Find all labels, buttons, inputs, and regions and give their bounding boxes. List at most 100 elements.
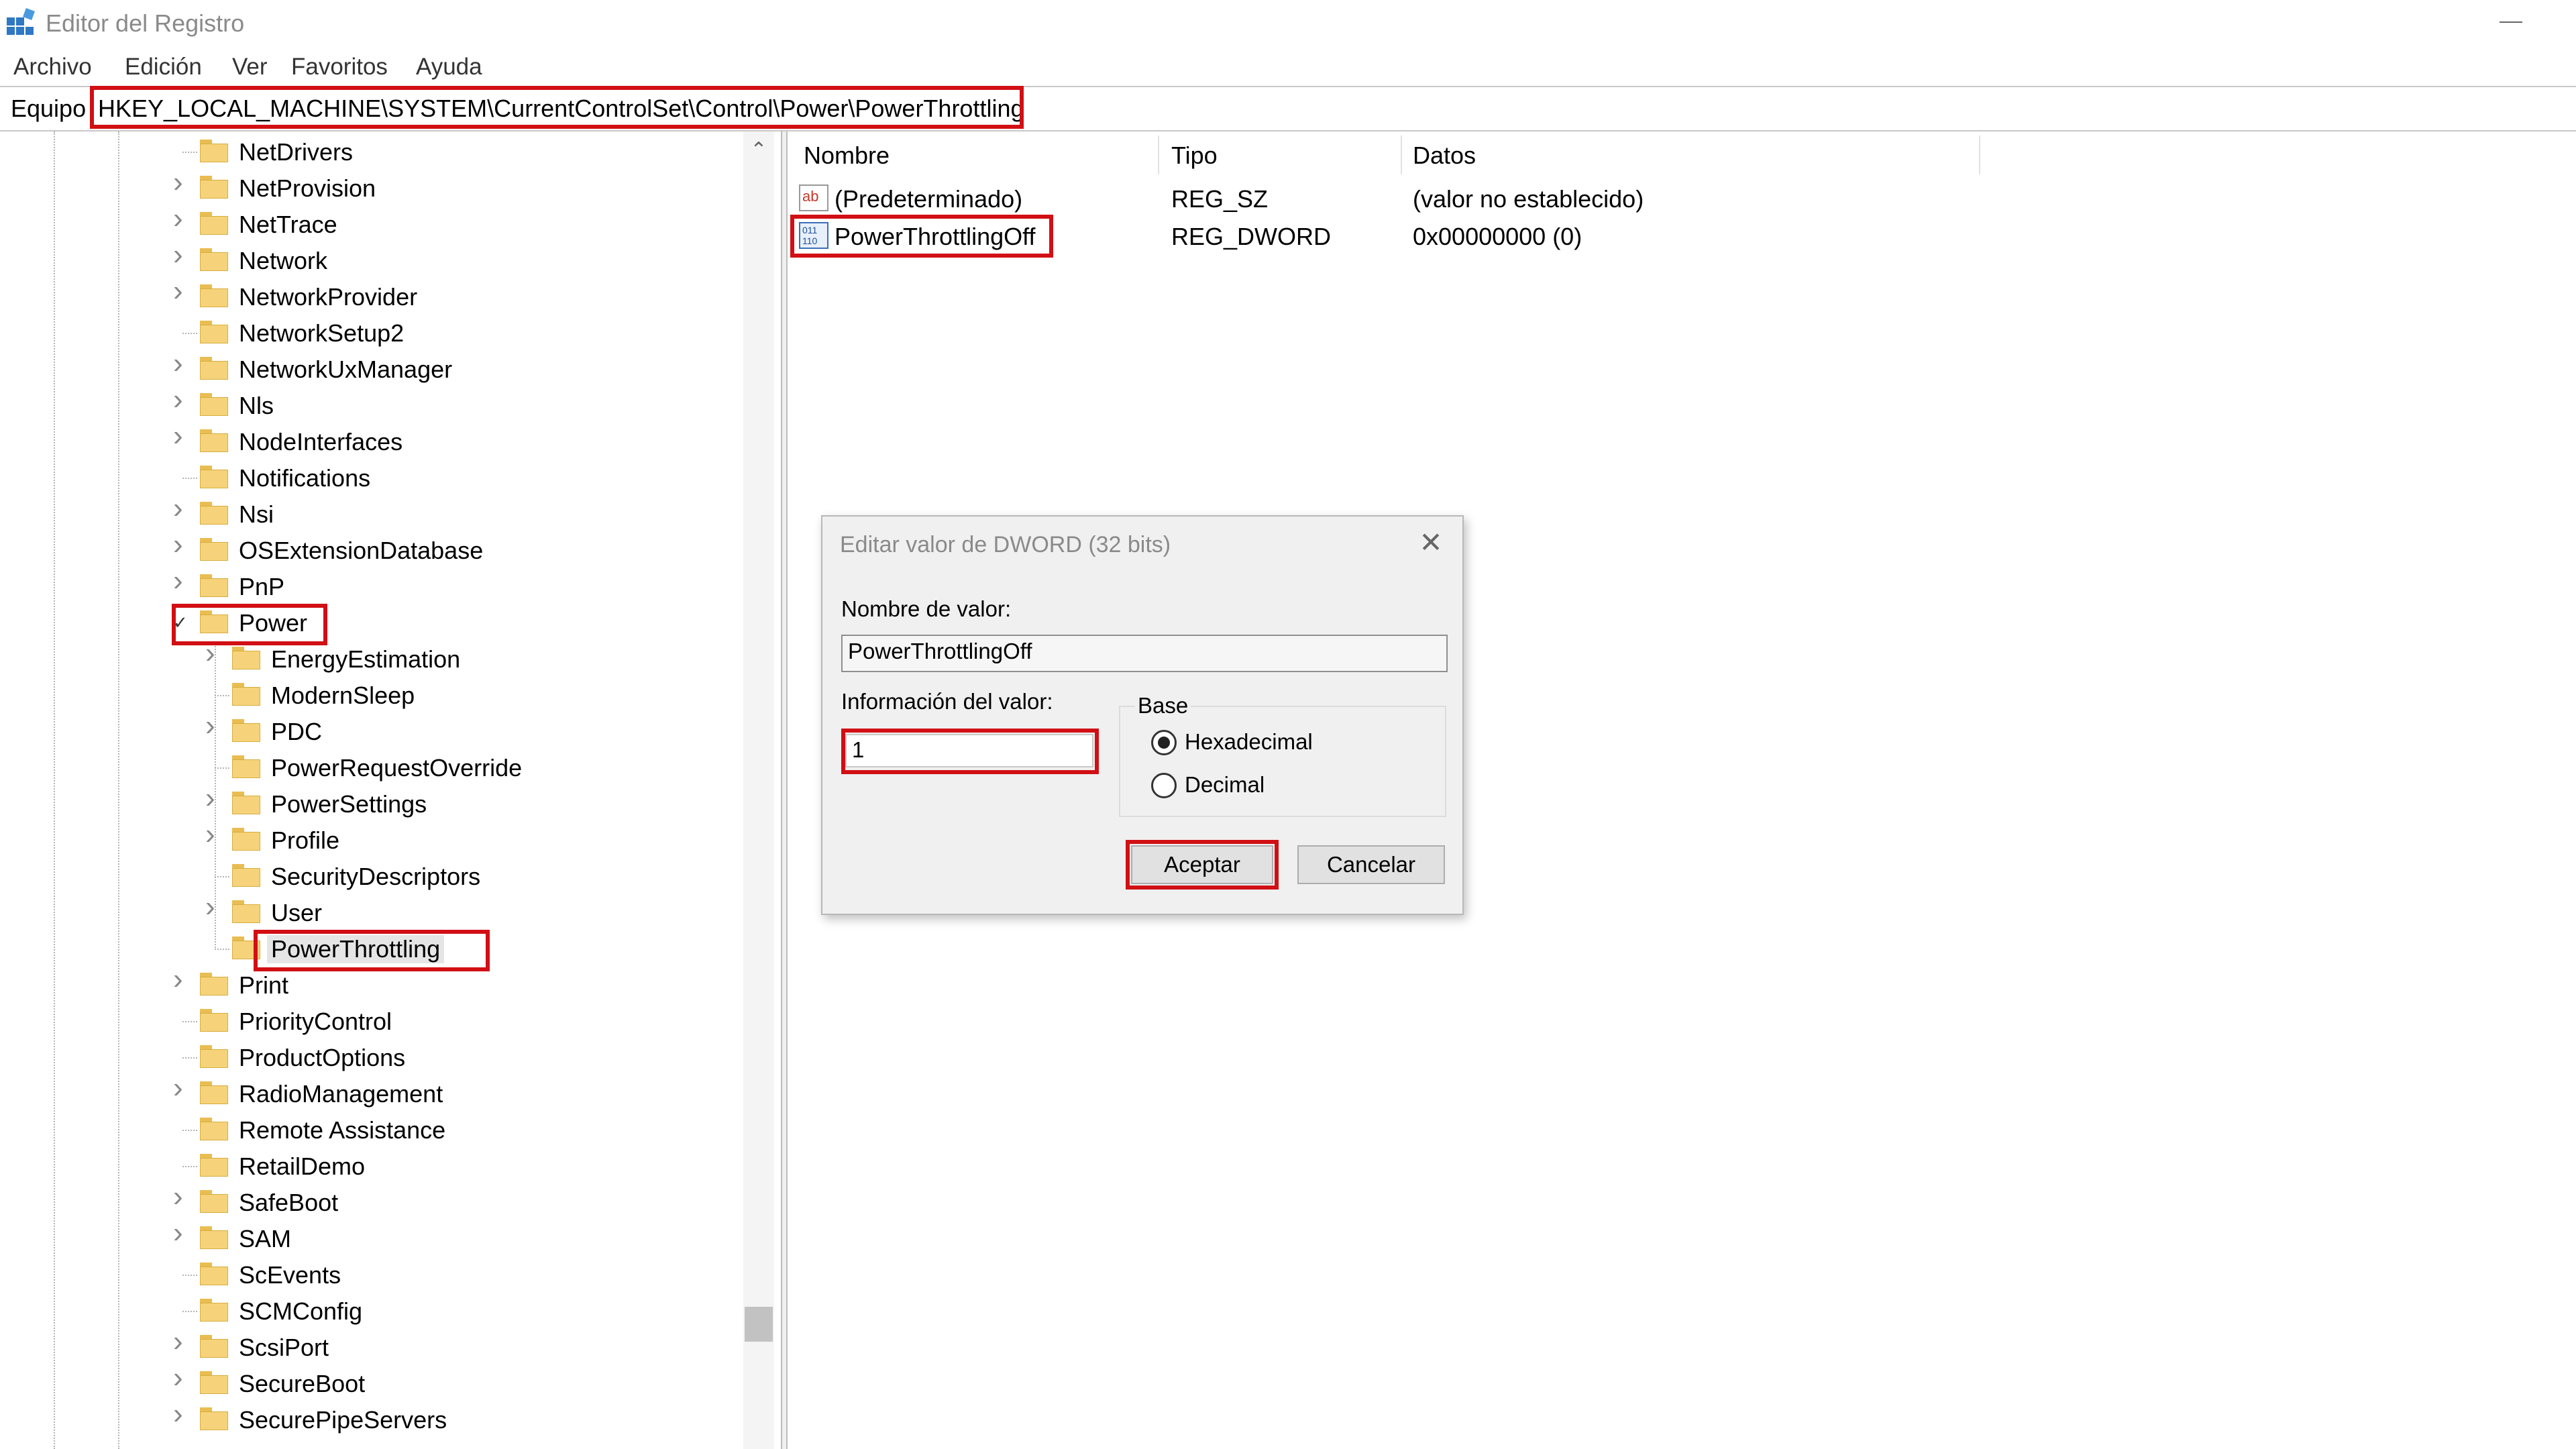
tree-item-secureboot[interactable]: › SecureBoot: [0, 1363, 738, 1402]
registry-tree[interactable]: NetDrivers › NetProvision › NetTrace › Network…: [0, 131, 781, 1449]
value-name[interactable]: (Predeterminado): [835, 185, 1022, 213]
folder-icon: [232, 792, 260, 814]
folder-body: [200, 325, 228, 343]
tree-item-retaildemo[interactable]: RetailDemo: [0, 1148, 738, 1185]
column-separator[interactable]: [1979, 136, 1980, 174]
tree-item-securitydescriptors[interactable]: SecurityDescriptors: [0, 859, 738, 895]
collapsed-chevron-icon[interactable]: ›: [173, 240, 183, 270]
tree-item-nodeinterfaces[interactable]: › NodeInterfaces: [0, 421, 738, 460]
collapsed-chevron-icon[interactable]: ›: [173, 168, 183, 197]
tree-item-notifications[interactable]: Notifications: [0, 460, 738, 496]
tree-item-networksetup2[interactable]: NetworkSetup2: [0, 315, 738, 352]
menu-favoritos[interactable]: Favoritos: [291, 54, 388, 80]
tree-item-powerrequestoverride[interactable]: PowerRequestOverride: [0, 750, 738, 786]
folder-icon: [232, 719, 260, 742]
tree-scrollbar[interactable]: [743, 131, 774, 1449]
menu-ver[interactable]: Ver: [232, 54, 268, 80]
minimize-icon[interactable]: [2500, 21, 2522, 23]
hexadecimal-label[interactable]: Hexadecimal: [1185, 729, 1313, 755]
menu-archivo[interactable]: Archivo: [13, 54, 92, 80]
tree-item-securepipeservers[interactable]: › SecurePipeServers: [0, 1399, 738, 1438]
menu-edicion[interactable]: Edición: [125, 54, 202, 80]
collapsed-chevron-icon[interactable]: ›: [173, 349, 183, 378]
collapsed-chevron-icon[interactable]: ›: [173, 1182, 183, 1212]
collapsed-chevron-icon[interactable]: ›: [173, 204, 183, 233]
tree-item-nettrace[interactable]: › NetTrace: [0, 204, 738, 243]
collapsed-chevron-icon[interactable]: ›: [173, 494, 183, 523]
tree-item-user[interactable]: › User: [0, 892, 738, 931]
tree-item-networkprovider[interactable]: › NetworkProvider: [0, 276, 738, 315]
hexadecimal-radio[interactable]: [1151, 730, 1177, 755]
address-bar[interactable]: Equipo HKEY_LOCAL_MACHINE\SYSTEM\Current…: [0, 86, 2576, 131]
collapsed-chevron-icon[interactable]: ›: [205, 784, 215, 813]
collapsed-chevron-icon[interactable]: ›: [173, 385, 183, 415]
collapsed-chevron-icon[interactable]: ›: [173, 1327, 183, 1356]
cancel-button[interactable]: Cancelar: [1297, 845, 1445, 884]
column-separator[interactable]: [1158, 136, 1159, 174]
folder-icon: [232, 647, 260, 669]
folder-body: [200, 397, 228, 416]
collapsed-chevron-icon[interactable]: ›: [205, 711, 215, 741]
collapsed-chevron-icon[interactable]: ›: [173, 421, 183, 451]
collapsed-chevron-icon[interactable]: ›: [173, 276, 183, 306]
collapsed-chevron-icon[interactable]: ›: [173, 1073, 183, 1103]
tree-item-netprovision[interactable]: › NetProvision: [0, 168, 738, 207]
tree-item-network[interactable]: › Network: [0, 240, 738, 279]
tree-item-scsiport[interactable]: › ScsiPort: [0, 1327, 738, 1366]
pane-splitter[interactable]: [781, 131, 788, 1449]
menu-ayuda[interactable]: Ayuda: [416, 54, 482, 80]
tree-item-label: NetDrivers: [239, 138, 354, 166]
value-name-label: Nombre de valor:: [841, 596, 1012, 621]
tree-item-powersettings[interactable]: › PowerSettings: [0, 784, 738, 822]
collapsed-chevron-icon[interactable]: ›: [173, 530, 183, 559]
folder-icon: [200, 1299, 228, 1322]
column-tipo[interactable]: Tipo: [1171, 142, 1218, 169]
tree-item-scevents[interactable]: ScEvents: [0, 1257, 738, 1293]
column-separator[interactable]: [1401, 136, 1402, 174]
decimal-label[interactable]: Decimal: [1185, 771, 1265, 798]
collapsed-chevron-icon[interactable]: ›: [173, 1399, 183, 1429]
collapsed-chevron-icon[interactable]: ›: [205, 639, 215, 668]
collapsed-chevron-icon[interactable]: ›: [205, 820, 215, 849]
tree-item-sam[interactable]: › SAM: [0, 1218, 738, 1257]
tree-item-power[interactable]: ✓ Power: [0, 605, 738, 641]
tree-item-profile[interactable]: › Profile: [0, 820, 738, 859]
tree-item-productoptions[interactable]: ProductOptions: [0, 1040, 738, 1076]
value-type: REG_SZ: [1171, 185, 1269, 213]
tree-item-nsi[interactable]: › Nsi: [0, 494, 738, 533]
tree-item-energyestimation[interactable]: › EnergyEstimation: [0, 639, 738, 678]
tree-item-networkuxmanager[interactable]: › NetworkUxManager: [0, 349, 738, 388]
close-icon[interactable]: ✕: [1414, 526, 1448, 559]
tree-item-radiomanagement[interactable]: › RadioManagement: [0, 1073, 738, 1112]
collapsed-chevron-icon[interactable]: ›: [173, 1363, 183, 1393]
ok-button-highlight-box: [1126, 840, 1279, 890]
tree-item-prioritycontrol[interactable]: PriorityControl: [0, 1004, 738, 1040]
folder-icon: [200, 502, 228, 525]
folder-body: [232, 651, 260, 669]
collapsed-chevron-icon[interactable]: ›: [173, 965, 183, 994]
scroll-thumb[interactable]: [745, 1307, 773, 1342]
collapsed-chevron-icon[interactable]: ›: [173, 566, 183, 596]
tree-connector-line: [182, 1057, 197, 1059]
tree-item-nls[interactable]: › Nls: [0, 385, 738, 424]
folder-icon: [200, 1407, 228, 1430]
tree-item-remote-assistance[interactable]: Remote Assistance: [0, 1112, 738, 1148]
tree-item-label: NetworkProvider: [239, 283, 418, 311]
column-nombre[interactable]: Nombre: [804, 142, 890, 169]
folder-icon: [200, 1335, 228, 1358]
decimal-radio[interactable]: [1151, 773, 1177, 798]
collapsed-chevron-icon[interactable]: ›: [205, 892, 215, 922]
tree-item-safeboot[interactable]: › SafeBoot: [0, 1182, 738, 1221]
folder-body: [200, 433, 228, 452]
tree-item-netdrivers[interactable]: NetDrivers: [0, 134, 738, 170]
tree-item-osextensiondatabase[interactable]: › OSExtensionDatabase: [0, 530, 738, 569]
column-datos[interactable]: Datos: [1413, 142, 1476, 169]
tree-item-modernsleep[interactable]: ModernSleep: [0, 678, 738, 714]
tree-item-pnp[interactable]: › PnP: [0, 566, 738, 605]
scroll-up-icon[interactable]: ⌃: [743, 137, 774, 164]
tree-item-scmconfig[interactable]: SCMConfig: [0, 1293, 738, 1330]
tree-item-print[interactable]: › Print: [0, 965, 738, 1004]
folder-body: [200, 1303, 228, 1322]
tree-item-pdc[interactable]: › PDC: [0, 711, 738, 750]
collapsed-chevron-icon[interactable]: ›: [173, 1218, 183, 1248]
